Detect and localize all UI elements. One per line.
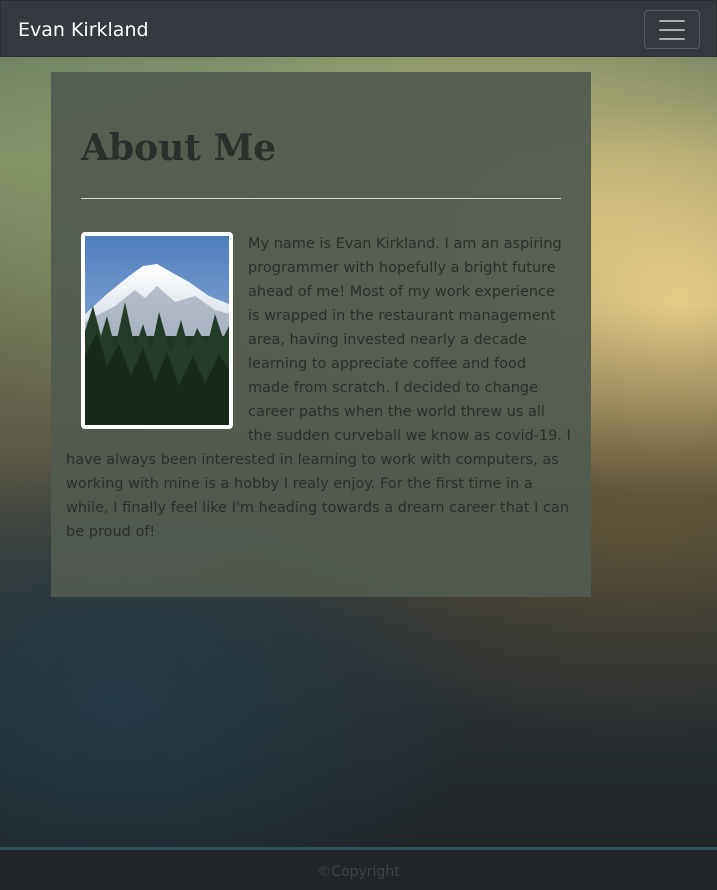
hamburger-menu-icon <box>659 20 685 40</box>
navbar: Evan Kirkland <box>0 0 717 57</box>
navbar-toggler-button[interactable] <box>644 10 700 49</box>
copyright-text: ©Copyright <box>317 864 400 880</box>
page-title: About Me <box>81 127 277 169</box>
footer: ©Copyright <box>0 847 717 890</box>
about-card: About Me My name is Evan Kirkland. I am … <box>51 72 591 597</box>
about-content: My name is Evan Kirkland. I am an aspiri… <box>66 232 571 544</box>
divider <box>81 198 561 199</box>
profile-photo <box>81 232 233 429</box>
navbar-brand[interactable]: Evan Kirkland <box>18 17 149 43</box>
